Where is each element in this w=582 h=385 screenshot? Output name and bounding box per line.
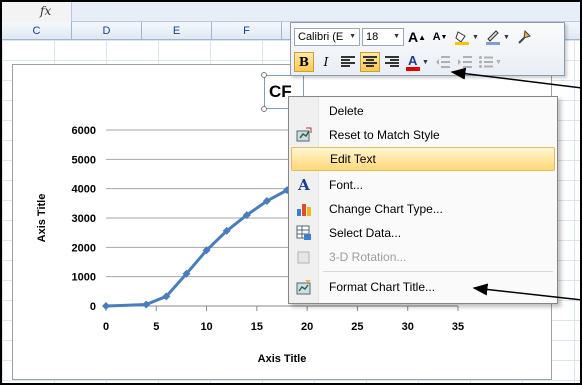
format-painter-button[interactable] xyxy=(514,27,534,47)
font-name-value: Calibri (E xyxy=(298,31,344,43)
menu-item-label: 3-D Rotation... xyxy=(329,250,407,264)
x-axis-title: Axis Title xyxy=(258,353,307,365)
format-title-icon xyxy=(291,275,317,299)
menu-item-select-data[interactable]: Select Data... xyxy=(291,221,555,245)
menu-item-label: Edit Text xyxy=(330,152,376,166)
menu-item-label: Font... xyxy=(329,178,364,192)
menu-separator xyxy=(323,271,553,272)
formula-bar: fx xyxy=(2,2,580,22)
font-size-value: 18 xyxy=(366,31,379,43)
grow-font-icon: A xyxy=(408,29,419,45)
y-tick-label: 2000 xyxy=(72,242,96,254)
chevron-down-icon: ▼ xyxy=(349,33,356,40)
blank-icon xyxy=(292,147,318,171)
data-point xyxy=(102,302,110,310)
align-left-icon xyxy=(341,56,355,67)
x-tick-label: 15 xyxy=(251,321,263,333)
column-header-e[interactable]: E xyxy=(142,22,212,40)
chart-type-icon xyxy=(291,197,317,221)
decrease-indent-icon xyxy=(435,56,450,68)
y-tick-label: 5000 xyxy=(72,154,96,166)
fill-color-button[interactable]: ▼ xyxy=(452,27,481,47)
series-line xyxy=(105,180,308,308)
font-color-icon: A xyxy=(408,53,418,68)
resize-handle[interactable] xyxy=(261,106,267,112)
select-data-icon xyxy=(291,221,317,245)
shrink-font-button[interactable]: A ▼ xyxy=(430,27,450,47)
reset-style-icon xyxy=(291,123,317,147)
blank-icon xyxy=(291,99,317,123)
font-color-button[interactable]: A ▼ xyxy=(404,52,431,72)
menu-item-3d-rotation: 3-D Rotation... xyxy=(291,245,555,269)
line-color-button[interactable]: ▼ xyxy=(483,27,512,47)
column-header-f[interactable]: F xyxy=(212,22,282,40)
menu-item-reset-to-match-style[interactable]: Reset to Match Style xyxy=(291,123,555,147)
increase-indent-icon xyxy=(457,56,472,68)
shrink-font-icon: A xyxy=(432,31,441,43)
menu-item-font[interactable]: A Font... xyxy=(291,173,555,197)
rotation-icon xyxy=(291,245,317,269)
y-tick-label: 3000 xyxy=(72,213,96,225)
align-center-icon xyxy=(363,56,377,67)
x-tick-label: 30 xyxy=(402,321,414,333)
font-name-select[interactable]: Calibri (E ▼ xyxy=(294,28,360,46)
fx-icon[interactable]: fx xyxy=(40,4,51,18)
excel-window: fx C D E F 0 1000 2000 3000 4000 5000 6000 0 5 10… xyxy=(0,0,582,385)
x-tick-label: 0 xyxy=(103,321,109,333)
brush-icon xyxy=(518,29,531,44)
align-right-button[interactable] xyxy=(382,52,402,72)
x-tick-label: 10 xyxy=(200,321,212,333)
menu-item-format-chart-title[interactable]: Format Chart Title... xyxy=(291,275,555,299)
bullets-icon xyxy=(478,56,493,68)
pen-icon xyxy=(485,30,500,45)
decrease-indent-button[interactable] xyxy=(433,52,453,72)
x-tick-label: 5 xyxy=(153,321,159,333)
chevron-down-icon: ▼ xyxy=(393,33,400,40)
font-icon: A xyxy=(298,176,310,194)
menu-item-label: Format Chart Title... xyxy=(329,280,436,294)
column-header-c[interactable]: C xyxy=(2,22,72,40)
increase-indent-button[interactable] xyxy=(455,52,475,72)
x-tick-label: 25 xyxy=(351,321,363,333)
bullets-button[interactable]: ▼ xyxy=(477,52,504,72)
y-axis-title: Axis Title xyxy=(36,194,48,243)
data-point xyxy=(142,300,151,309)
mini-toolbar: Calibri (E ▼ 18 ▼ A ▲ A ▼ ▼ ▼ B I A ▼ ▼ xyxy=(290,22,565,76)
menu-item-label: Delete xyxy=(329,104,364,118)
x-tick-label: 20 xyxy=(301,321,313,333)
x-tick-label: 35 xyxy=(452,321,464,333)
italic-button[interactable]: I xyxy=(316,52,336,72)
menu-item-label: Select Data... xyxy=(329,226,402,240)
bold-button[interactable]: B xyxy=(294,52,314,72)
menu-item-edit-text[interactable]: Edit Text xyxy=(291,147,555,171)
column-header-d[interactable]: D xyxy=(72,22,142,40)
font-size-select[interactable]: 18 ▼ xyxy=(362,28,404,46)
y-tick-label: 1000 xyxy=(72,272,96,284)
y-tick-label: 6000 xyxy=(72,125,96,137)
menu-item-delete[interactable]: Delete xyxy=(291,99,555,123)
y-tick-label: 4000 xyxy=(72,184,96,196)
align-right-icon xyxy=(385,56,399,67)
resize-handle[interactable] xyxy=(261,72,267,78)
align-center-button[interactable] xyxy=(360,52,380,72)
y-tick-label: 0 xyxy=(90,301,96,313)
menu-item-label: Change Chart Type... xyxy=(329,202,443,216)
grow-font-button[interactable]: A ▲ xyxy=(406,27,428,47)
menu-item-change-chart-type[interactable]: Change Chart Type... xyxy=(291,197,555,221)
paint-bucket-icon xyxy=(455,31,470,45)
align-left-button[interactable] xyxy=(338,52,358,72)
context-menu: Delete Reset to Match Style Edit Text A … xyxy=(288,96,558,304)
menu-item-label: Reset to Match Style xyxy=(329,128,440,142)
name-box[interactable]: fx xyxy=(2,2,72,22)
